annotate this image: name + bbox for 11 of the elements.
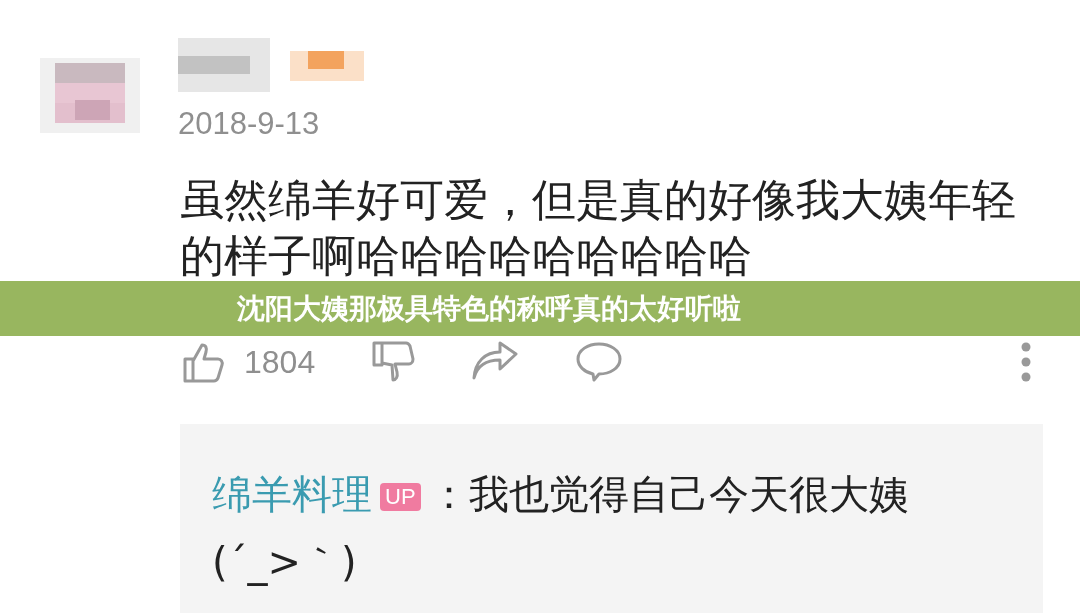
like-count: 1804 (244, 343, 316, 381)
reply-text: ：我也觉得自己今天很大姨 (428, 471, 909, 517)
comment-text: 虽然绵羊好可爱，但是真的好像我大姨年轻的样子啊哈哈哈哈哈哈哈哈哈 (180, 173, 1017, 283)
comment-date: 2018-9-13 (178, 106, 321, 142)
comment-icon[interactable] (575, 340, 624, 384)
emoticon-text: (´_>｀) (212, 538, 357, 588)
reply-author[interactable]: 绵羊料理 (212, 471, 372, 517)
thumbs-down-icon[interactable] (371, 340, 416, 384)
banner-title: 沈阳大姨那极具特色的称呼真的太好听啦 (0, 281, 1080, 336)
up-badge: UP (380, 483, 421, 511)
more-options-icon[interactable] (1020, 342, 1032, 382)
